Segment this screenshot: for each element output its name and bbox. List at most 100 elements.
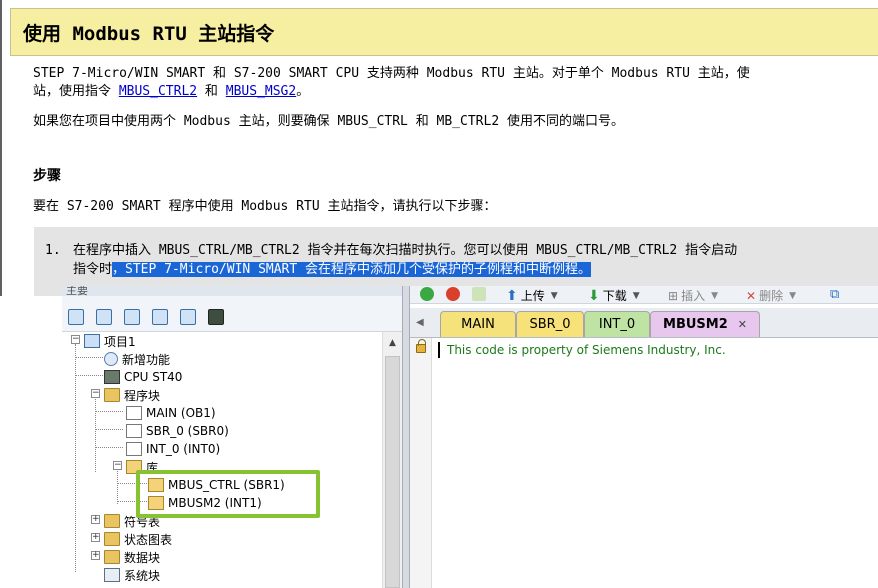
insert-button[interactable]: ⊞ 插入 ▼	[668, 287, 718, 304]
code-comment: This code is property of Siemens Industr…	[447, 343, 726, 357]
stop-button[interactable]	[446, 287, 460, 301]
window-edge	[0, 0, 2, 296]
stop-icon	[446, 287, 460, 301]
tab-main[interactable]: MAIN	[440, 311, 516, 337]
table-icon[interactable]	[152, 309, 168, 325]
doc-paragraph-1-line-1: STEP 7-Micro/WIN SMART 和 S7-200 SMART CP…	[33, 66, 750, 81]
monitor-button[interactable]: ⧉	[830, 287, 839, 302]
tree-item-label: 状态图表	[124, 532, 173, 547]
download-label: 下载	[602, 289, 627, 303]
tree-item-data-block[interactable]: 数据块	[104, 548, 160, 566]
tree-line	[95, 429, 123, 430]
folder-icon	[104, 550, 120, 564]
doc-text: 站，使用指令	[33, 84, 119, 99]
project-icon	[84, 334, 100, 348]
tree-item-main[interactable]: MAIN (OB1)	[126, 404, 216, 422]
tree-line	[117, 468, 118, 504]
tree-line	[95, 447, 123, 448]
comment-marker	[438, 342, 440, 358]
delete-button[interactable]: ✕ 删除 ▼	[746, 287, 796, 304]
delete-label: 删除	[759, 289, 784, 303]
tab-mbusm2[interactable]: MBUSM2 ✕	[650, 311, 760, 337]
pane-header: 主要	[62, 286, 408, 297]
tree-item-label: 程序块	[124, 388, 161, 403]
tree-item-label: 系统块	[124, 568, 161, 583]
tree-item-cpu[interactable]: CPU ST40	[104, 368, 182, 386]
editor-toolbar: ⬆ 上传 ▼ ⬇ 下载 ▼ ⊞ 插入 ▼ ✕ 删除 ▼ ⧉	[410, 286, 878, 304]
tree-item-label: 项目1	[104, 334, 136, 349]
folder-icon	[104, 388, 120, 402]
chevron-down-icon: ▼	[711, 290, 718, 301]
upload-button[interactable]: ⬆ 上传 ▼	[506, 287, 558, 304]
tree-line	[95, 396, 96, 472]
scrollbar-thumb[interactable]	[385, 356, 400, 588]
compile-icon	[472, 287, 486, 301]
tree-line	[75, 375, 103, 376]
doc-text: 指令时	[73, 262, 113, 277]
run-icon	[420, 287, 434, 301]
doc-title-bar: 使用 Modbus RTU 主站指令	[10, 8, 878, 56]
download-button[interactable]: ⬇ 下载 ▼	[588, 287, 640, 304]
insert-icon: ⊞	[668, 288, 679, 303]
chevron-down-icon: ▼	[632, 290, 640, 301]
doc-text: 和	[197, 84, 226, 99]
doc-paragraph-1-line-2: 站，使用指令 MBUS_CTRL2 和 MBUS_MSG2。	[33, 84, 309, 100]
tree-item-status-chart[interactable]: 状态图表	[104, 530, 172, 548]
tree-item-label: 数据块	[124, 550, 161, 565]
chevron-down-icon: ▼	[789, 290, 796, 301]
collapse-library-toggle[interactable]: −	[113, 461, 122, 470]
program-icon	[126, 424, 142, 438]
editor-tabs: ◀ MAIN SBR_0 INT_0 MBUSM2 ✕	[410, 308, 878, 338]
tree-item-label: MAIN (OB1)	[146, 406, 216, 420]
doc-text: 。	[296, 84, 310, 99]
tree-item-sbr0[interactable]: SBR_0 (SBR0)	[126, 422, 229, 440]
compile-button[interactable]	[472, 287, 486, 301]
scroll-up-icon[interactable]: ▲	[389, 338, 396, 348]
program-icon	[126, 406, 142, 420]
chart-icon[interactable]	[180, 309, 196, 325]
expand-data-block-toggle[interactable]: +	[91, 551, 100, 560]
step-1-line-1: 在程序中插入 MBUS_CTRL/MB_CTRL2 指令并在每次扫描时执行。您可…	[73, 243, 738, 258]
tree-item-label: CPU ST40	[124, 370, 183, 384]
tab-label: MAIN	[461, 317, 495, 332]
collapse-project-toggle[interactable]: −	[71, 335, 80, 344]
link-mbus-msg2[interactable]: MBUS_MSG2	[226, 84, 296, 99]
tree-item-new-features[interactable]: 新增功能	[104, 350, 170, 368]
view-icon[interactable]	[68, 309, 84, 325]
lock-icon	[416, 339, 426, 353]
close-icon[interactable]: ✕	[738, 318, 747, 331]
steps-heading: 步骤	[33, 168, 61, 184]
tab-sbr0[interactable]: SBR_0	[516, 311, 584, 337]
collapse-program-block-toggle[interactable]: −	[91, 389, 100, 398]
code-area[interactable]: This code is property of Siemens Industr…	[410, 338, 878, 588]
tree-item-label: 新增功能	[122, 352, 171, 367]
tree-item-project[interactable]: 项目1	[84, 332, 136, 350]
tab-scroll-left-icon[interactable]: ◀	[416, 317, 424, 328]
tree-item-system-block[interactable]: 系统块	[104, 566, 160, 584]
tree-item-program-block[interactable]: 程序块	[104, 386, 160, 404]
expand-symbol-table-toggle[interactable]: +	[91, 515, 100, 524]
tree-scrollbar[interactable]: ▲	[382, 332, 402, 588]
tab-label: MBUSM2	[663, 317, 728, 332]
link-mbus-ctrl2[interactable]: MBUS_CTRL2	[119, 84, 197, 99]
tab-int0[interactable]: INT_0	[584, 311, 650, 337]
upload-icon: ⬆	[506, 287, 518, 304]
document-icon[interactable]	[124, 309, 140, 325]
tree-line	[75, 357, 103, 358]
upload-label: 上传	[520, 289, 545, 303]
tree-item-int0[interactable]: INT_0 (INT0)	[126, 440, 220, 458]
expand-status-chart-toggle[interactable]: +	[91, 533, 100, 542]
folder-icon	[104, 514, 120, 528]
step-1-number: 1.	[45, 243, 61, 258]
tab-label: SBR_0	[529, 317, 571, 332]
step-1-line-2: 指令时，STEP 7-Micro/WIN SMART 会在程序中添加几个受保护的…	[73, 262, 592, 278]
insert-label: 插入	[681, 289, 706, 303]
selected-text: ，STEP 7-Micro/WIN SMART 会在程序中添加几个受保护的子例程…	[112, 262, 592, 277]
monitor-icon[interactable]	[208, 309, 224, 325]
download-icon: ⬇	[588, 287, 600, 304]
run-button[interactable]	[420, 287, 434, 301]
tree-line	[95, 411, 123, 412]
project-tree: − 项目1 新增功能 CPU ST40 − 程序块 MAIN (OB1) SBR…	[62, 332, 382, 588]
grid-icon[interactable]	[96, 309, 112, 325]
pane-splitter[interactable]	[402, 286, 410, 588]
